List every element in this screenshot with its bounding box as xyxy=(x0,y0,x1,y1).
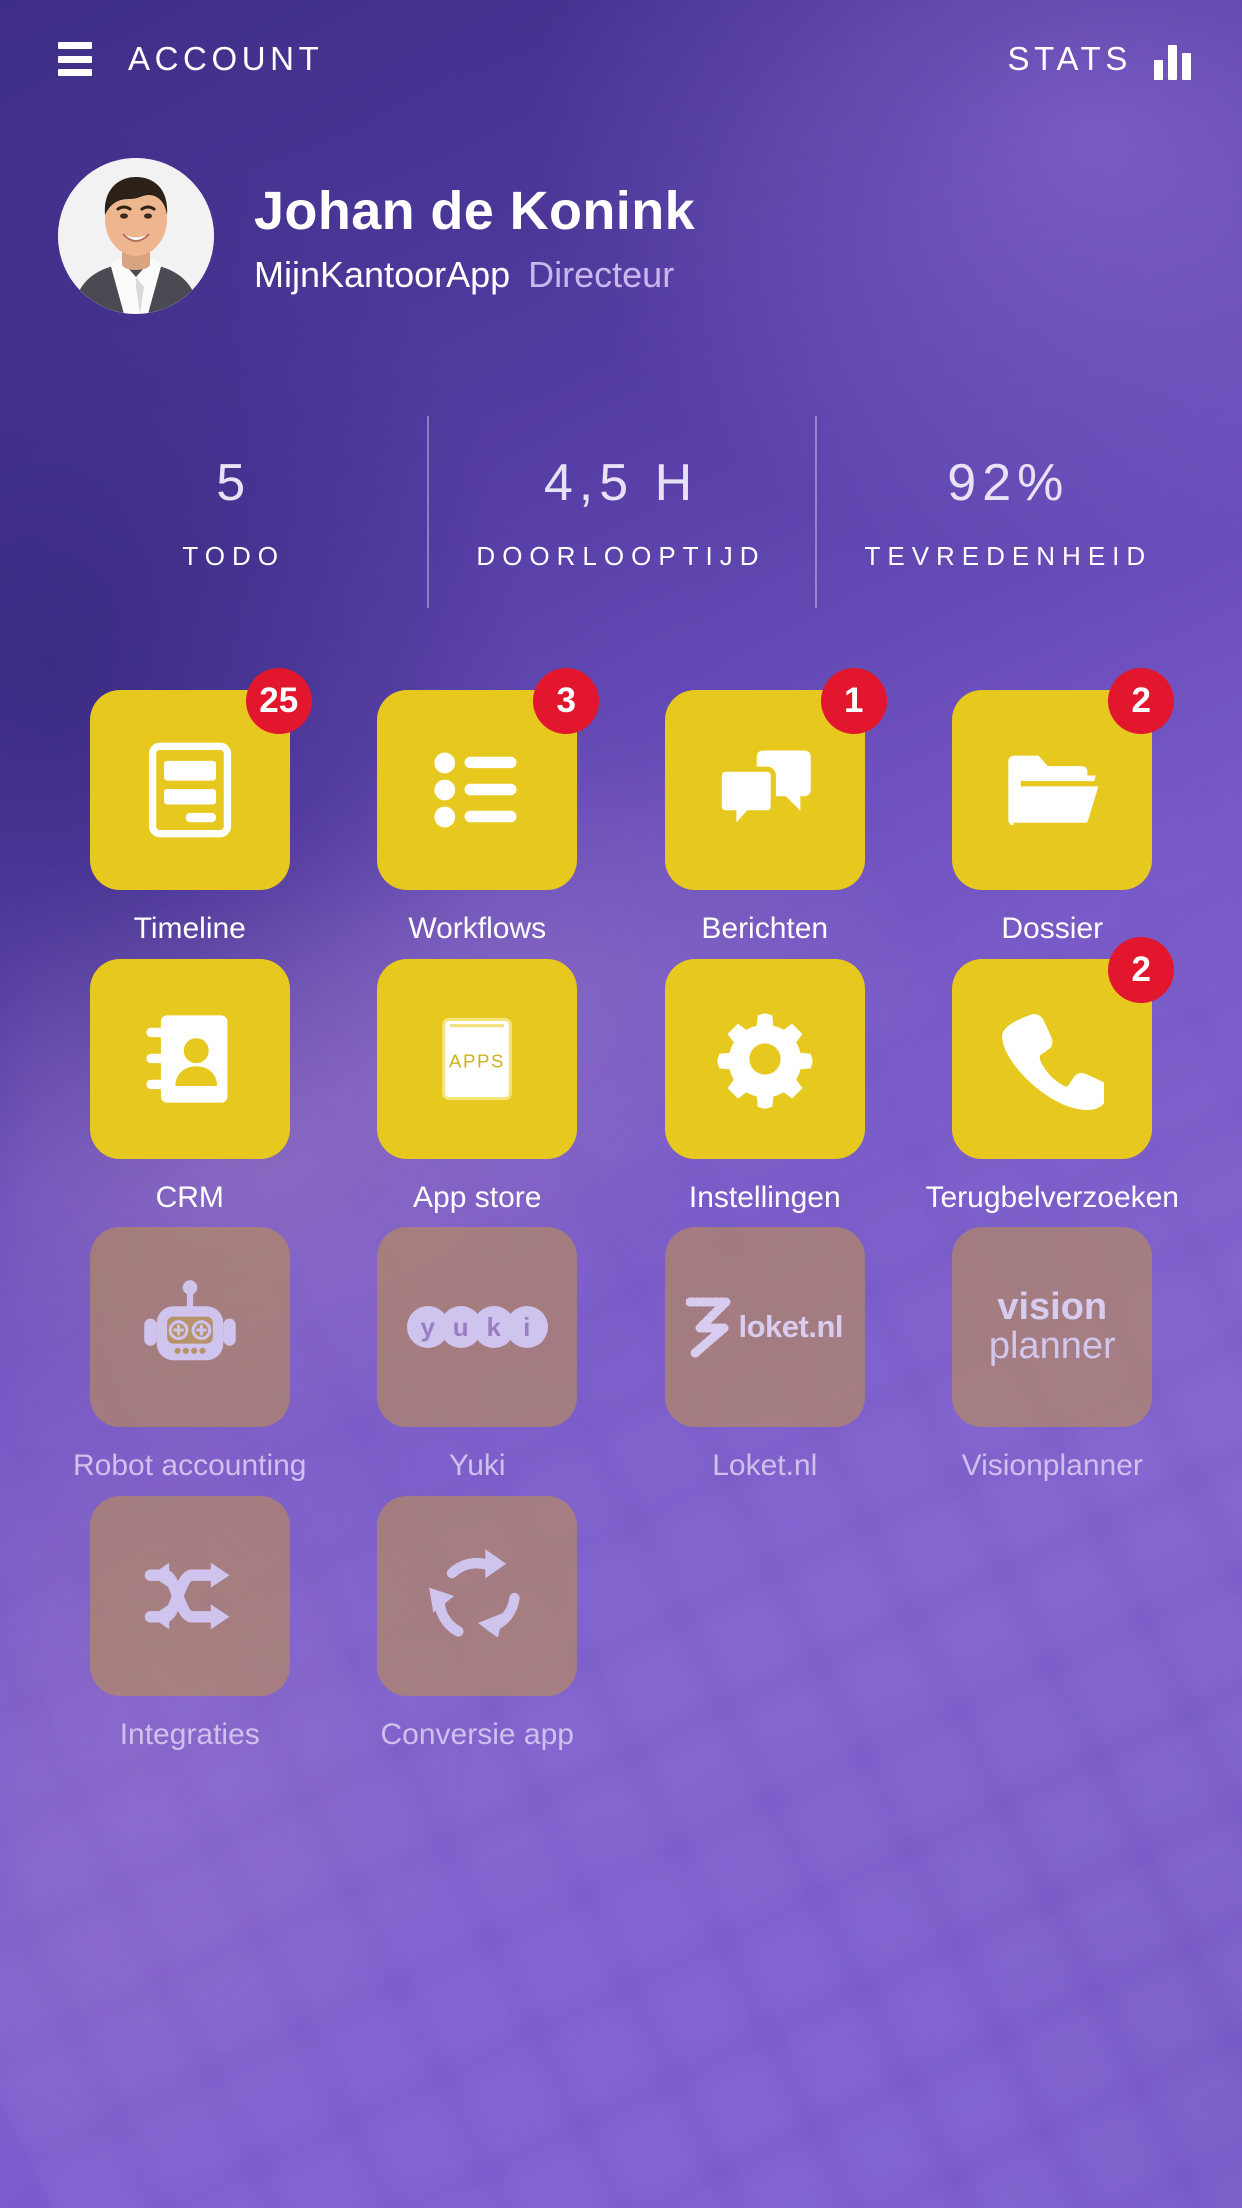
app-tile-dossier[interactable]: 2 Dossier xyxy=(909,668,1197,947)
gear-icon xyxy=(716,1012,813,1109)
stat-label: DOORLOOPTIJD xyxy=(476,540,766,571)
app-tile-timeline[interactable]: 25 Timeline xyxy=(46,668,334,947)
tile-surface[interactable] xyxy=(89,1227,290,1427)
tile-surface[interactable] xyxy=(664,958,865,1159)
stat-value: 4,5 H xyxy=(543,453,699,512)
app-tile-conversie-app[interactable]: Conversie app xyxy=(334,1495,622,1753)
tile-surface[interactable]: 3 xyxy=(377,668,600,890)
tile-label: CRM xyxy=(155,1180,224,1214)
tile-label: Yuki xyxy=(448,1449,506,1482)
tile-surface[interactable]: 1 xyxy=(664,668,887,890)
tile-surface[interactable]: APPS xyxy=(377,958,578,1159)
tile-surface[interactable]: loket.nl xyxy=(664,1227,865,1427)
visionplanner-logo-line1: vision xyxy=(997,1286,1108,1329)
profile-role: Directeur xyxy=(528,253,675,295)
tile-surface[interactable]: 2 xyxy=(952,936,1175,1159)
tile-label: Loket.nl xyxy=(712,1449,818,1482)
tile-label: Robot accounting xyxy=(73,1449,307,1482)
page-title: ACCOUNT xyxy=(128,40,324,77)
visionplanner-logo-line2: planner xyxy=(988,1325,1116,1367)
tile-label: Integraties xyxy=(119,1717,260,1751)
app-tile-integraties[interactable]: Integraties xyxy=(46,1495,334,1753)
notification-badge: 2 xyxy=(1108,936,1175,1003)
profile-subtitle: MijnKantoorApp Directeur xyxy=(254,255,695,295)
tile-surface[interactable] xyxy=(377,1495,578,1696)
app-tile-workflows[interactable]: 3 Workflows xyxy=(334,668,622,947)
tile-label: Instellingen xyxy=(688,1180,841,1214)
tile-label: Terugbelverzoeken xyxy=(925,1180,1180,1214)
profile-text: Johan de Konink MijnKantoorApp Directeur xyxy=(254,178,695,295)
chat-bubbles-icon xyxy=(716,750,811,837)
yuki-letter: i xyxy=(505,1306,548,1348)
profile-organization: MijnKantoorApp xyxy=(254,253,511,295)
tile-surface[interactable]: 2 xyxy=(952,668,1175,890)
tile-row: CRM APPS App store Instellingen 2 Terugb… xyxy=(46,936,1197,1216)
tile-surface[interactable] xyxy=(89,1495,290,1696)
refresh-cycle-icon xyxy=(429,1548,520,1638)
bar-chart-icon xyxy=(1154,38,1196,80)
app-tile-berichten[interactable]: 1 Berichten xyxy=(621,668,909,947)
app-tile-instellingen[interactable]: Instellingen xyxy=(621,958,909,1216)
robot-head-icon xyxy=(143,1280,236,1361)
tile-row: Robot accounting y u k i Yuki loket.nl L… xyxy=(46,1227,1196,1484)
loket-logo: loket.nl xyxy=(665,1227,865,1427)
stat-label: TODO xyxy=(182,540,285,571)
stat-doorlooptijd[interactable]: 4,5 H DOORLOOPTIJD xyxy=(427,416,814,608)
profile-header[interactable]: Johan de Konink MijnKantoorApp Directeur xyxy=(58,158,1184,314)
tile-label: App store xyxy=(413,1180,542,1214)
top-bar: ACCOUNT STATS xyxy=(0,0,1242,118)
user-avatar-photo xyxy=(58,158,214,314)
stats-button[interactable]: STATS xyxy=(1008,38,1196,80)
tile-label: Berichten xyxy=(701,912,829,945)
open-folder-icon xyxy=(1008,755,1105,828)
yuki-logo: y u k i xyxy=(377,1227,577,1427)
tile-label: Dossier xyxy=(1001,912,1104,945)
loket-mark-icon xyxy=(686,1297,731,1358)
hamburger-icon[interactable] xyxy=(58,42,92,76)
app-tile-loket-nl[interactable]: loket.nl Loket.nl xyxy=(621,1227,909,1484)
tile-label: Visionplanner xyxy=(961,1449,1143,1482)
notification-badge: 1 xyxy=(820,668,887,734)
visionplanner-logo: vision planner xyxy=(952,1227,1152,1427)
stats-strip: 5 TODO 4,5 H DOORLOOPTIJD 92% TEVREDENHE… xyxy=(40,416,1202,608)
avatar[interactable] xyxy=(58,158,214,314)
notification-badge: 2 xyxy=(1108,668,1175,734)
stat-value: 92% xyxy=(947,453,1070,512)
tile-row: 25 Timeline 3 Workflows 1 Berichten 2 Do… xyxy=(46,668,1197,947)
app-tile-robot-accounting[interactable]: Robot accounting xyxy=(46,1227,334,1484)
apps-book-icon: APPS xyxy=(442,1017,513,1100)
loket-logo-text: loket.nl xyxy=(738,1309,843,1344)
tile-label: Timeline xyxy=(133,912,246,945)
app-tile-terugbelverzoeken[interactable]: 2 Terugbelverzoeken xyxy=(909,936,1197,1216)
timeline-card-icon xyxy=(148,742,231,838)
notification-badge: 25 xyxy=(245,668,312,734)
phone-handset-icon xyxy=(1002,1013,1105,1110)
profile-name: Johan de Konink xyxy=(254,180,696,241)
stat-todo[interactable]: 5 TODO xyxy=(40,432,427,592)
stat-value: 5 xyxy=(216,453,252,512)
tile-row: Integraties Conversie app xyxy=(46,1495,1196,1753)
app-tile-app-store[interactable]: APPS App store xyxy=(334,958,622,1216)
app-tile-crm[interactable]: CRM xyxy=(46,958,334,1216)
stat-tevredenheid[interactable]: 92% TEVREDENHEID xyxy=(814,416,1202,608)
app-screen: ACCOUNT STATS Johan de Konink MijnKantoo… xyxy=(0,0,1242,2208)
tile-surface[interactable]: 25 xyxy=(89,668,312,890)
stat-label: TEVREDENHEID xyxy=(864,540,1153,571)
tile-surface[interactable] xyxy=(89,958,290,1159)
tile-label: Conversie app xyxy=(380,1717,574,1751)
app-tile-visionplanner[interactable]: vision planner Visionplanner xyxy=(909,1227,1197,1484)
app-tile-grid: 25 Timeline 3 Workflows 1 Berichten 2 Do… xyxy=(0,668,1242,1764)
shuffle-arrows-icon xyxy=(144,1562,230,1629)
bulleted-list-icon xyxy=(434,752,517,828)
notification-badge: 3 xyxy=(533,668,600,734)
stats-button-label: STATS xyxy=(1007,40,1132,77)
contact-book-icon xyxy=(146,1014,228,1103)
apps-logo-text: APPS xyxy=(449,1050,505,1071)
tile-surface[interactable]: y u k i xyxy=(377,1227,578,1427)
app-tile-yuki[interactable]: y u k i Yuki xyxy=(334,1227,622,1484)
tile-label: Workflows xyxy=(408,912,547,945)
tile-surface[interactable]: vision planner xyxy=(952,1227,1153,1427)
top-bar-left: ACCOUNT xyxy=(58,40,323,78)
